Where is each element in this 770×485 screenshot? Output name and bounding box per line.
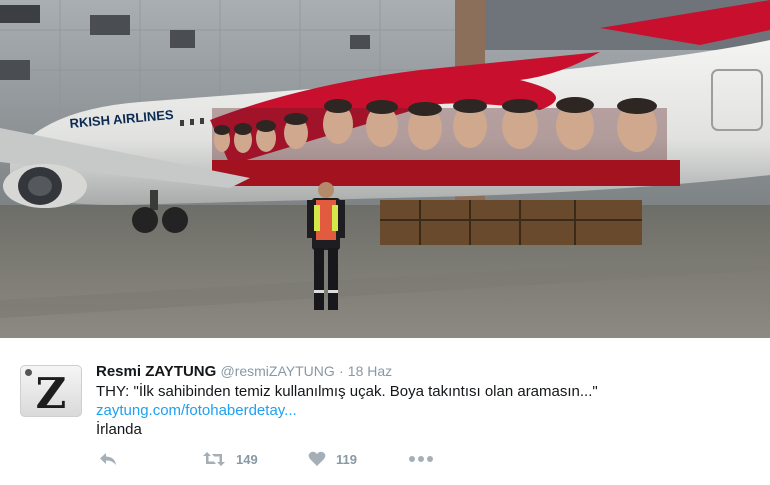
header-separator: · — [338, 363, 344, 379]
tweet-place[interactable]: İrlanda — [96, 420, 142, 439]
more-icon — [409, 456, 433, 462]
tweet-header: Resmi ZAYTUNG @resmiZAYTUNG · 18 Haz — [96, 363, 392, 380]
airplane-hangar-image: RKISH AIRLINES — [0, 0, 770, 338]
like-button[interactable]: 119 — [308, 448, 357, 470]
tweet-link[interactable]: zaytung.com/fotohaberdetay... — [96, 402, 297, 419]
tweet-card: Z Resmi ZAYTUNG @resmiZAYTUNG · 18 Haz T… — [0, 338, 770, 485]
tweet-photo[interactable]: RKISH AIRLINES — [0, 0, 770, 338]
player-portraits — [212, 97, 680, 186]
more-button[interactable] — [408, 448, 434, 470]
author-handle[interactable]: @resmiZAYTUNG — [220, 363, 334, 379]
retweet-count: 149 — [236, 451, 258, 467]
heart-icon — [308, 451, 326, 466]
tweet-text: THY: "İlk sahibinden temiz kullanılmış u… — [96, 383, 598, 400]
avatar[interactable]: Z — [20, 365, 82, 417]
reply-button[interactable] — [98, 448, 118, 470]
reply-icon — [100, 453, 116, 465]
avatar-letter: Z — [35, 369, 67, 417]
retweet-icon — [203, 452, 225, 466]
author-name[interactable]: Resmi ZAYTUNG — [96, 363, 216, 380]
tweet-date[interactable]: 18 Haz — [348, 363, 392, 379]
tweet-actions: 149 119 — [96, 448, 696, 470]
like-count: 119 — [336, 451, 357, 467]
retweet-button[interactable]: 149 — [202, 448, 258, 470]
